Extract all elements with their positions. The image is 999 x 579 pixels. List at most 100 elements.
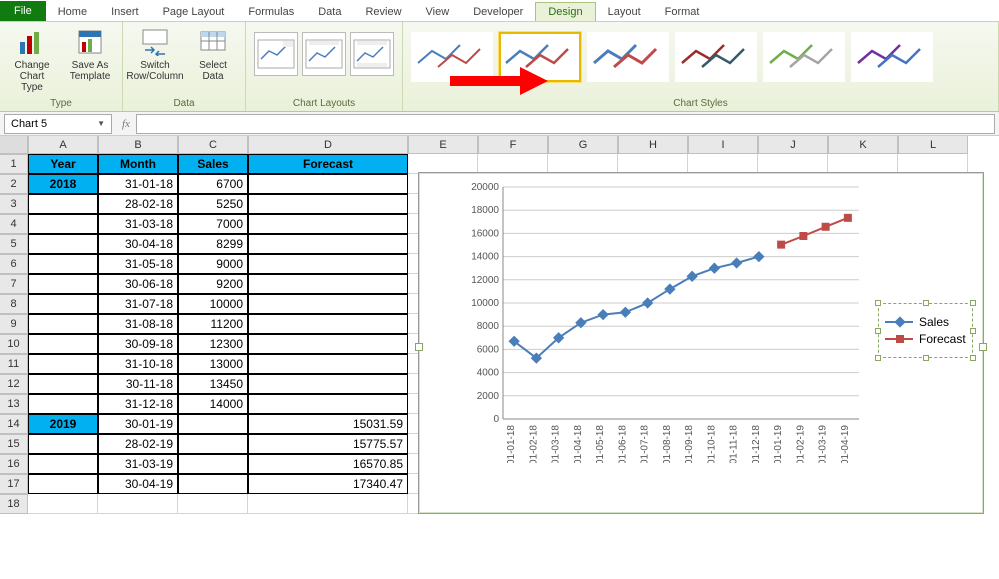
legend-item-sales[interactable]: Sales: [885, 315, 966, 329]
row-header[interactable]: 17: [0, 474, 28, 494]
chart-plot-area[interactable]: 0200040006000800010000120001400016000180…: [469, 183, 869, 463]
cell[interactable]: 2019: [28, 414, 98, 434]
cell[interactable]: [28, 394, 98, 414]
cell[interactable]: 16570.85: [248, 454, 408, 474]
chart-layout-2[interactable]: [302, 32, 346, 76]
tab-view[interactable]: View: [414, 3, 462, 21]
cell[interactable]: 30-11-18: [98, 374, 178, 394]
column-header[interactable]: C: [178, 136, 248, 154]
cell[interactable]: 11200: [178, 314, 248, 334]
tab-data[interactable]: Data: [306, 3, 353, 21]
switch-row-column-button[interactable]: Switch Row/Column: [131, 26, 179, 82]
name-box[interactable]: Chart 5▼: [4, 114, 112, 134]
cell[interactable]: 30-06-18: [98, 274, 178, 294]
tab-file[interactable]: File: [0, 1, 46, 21]
cell[interactable]: [248, 214, 408, 234]
cell[interactable]: 31-12-18: [98, 394, 178, 414]
chart-style-2[interactable]: [499, 32, 581, 82]
chart-style-5[interactable]: [763, 32, 845, 82]
tab-insert[interactable]: Insert: [99, 3, 151, 21]
row-header[interactable]: 13: [0, 394, 28, 414]
change-chart-type-button[interactable]: Change Chart Type: [8, 26, 56, 93]
cell[interactable]: 15775.57: [248, 434, 408, 454]
row-header[interactable]: 10: [0, 334, 28, 354]
cell[interactable]: [28, 234, 98, 254]
column-header[interactable]: B: [98, 136, 178, 154]
cell[interactable]: [28, 314, 98, 334]
tab-developer[interactable]: Developer: [461, 3, 535, 21]
save-as-template-button[interactable]: Save As Template: [66, 26, 114, 82]
chart-layout-1[interactable]: [254, 32, 298, 76]
column-header[interactable]: I: [688, 136, 758, 154]
cell[interactable]: [28, 354, 98, 374]
cell[interactable]: [178, 454, 248, 474]
cell[interactable]: 6700: [178, 174, 248, 194]
chart-style-6[interactable]: [851, 32, 933, 82]
cell[interactable]: [28, 434, 98, 454]
cell[interactable]: [28, 194, 98, 214]
cell[interactable]: 30-09-18: [98, 334, 178, 354]
tab-review[interactable]: Review: [353, 3, 413, 21]
cell[interactable]: [28, 274, 98, 294]
column-header[interactable]: K: [828, 136, 898, 154]
tab-design[interactable]: Design: [535, 2, 595, 21]
cell[interactable]: 14000: [178, 394, 248, 414]
column-header[interactable]: H: [618, 136, 688, 154]
cell[interactable]: 28-02-19: [98, 434, 178, 454]
cell[interactable]: Sales: [178, 154, 248, 174]
row-header[interactable]: 15: [0, 434, 28, 454]
column-header[interactable]: J: [758, 136, 828, 154]
tab-page-layout[interactable]: Page Layout: [151, 3, 237, 21]
column-header[interactable]: L: [898, 136, 968, 154]
cell[interactable]: [248, 294, 408, 314]
row-header[interactable]: 16: [0, 454, 28, 474]
cell[interactable]: 31-03-19: [98, 454, 178, 474]
chart-legend[interactable]: Sales Forecast: [878, 303, 973, 358]
tab-format[interactable]: Format: [653, 3, 712, 21]
row-header[interactable]: 18: [0, 494, 28, 514]
cell[interactable]: 8299: [178, 234, 248, 254]
cell[interactable]: [28, 474, 98, 494]
cell[interactable]: 2018: [28, 174, 98, 194]
cell[interactable]: [28, 334, 98, 354]
row-header[interactable]: 5: [0, 234, 28, 254]
row-header[interactable]: 8: [0, 294, 28, 314]
cell[interactable]: 17340.47: [248, 474, 408, 494]
column-header[interactable]: E: [408, 136, 478, 154]
cell[interactable]: [28, 254, 98, 274]
fx-icon[interactable]: fx: [116, 118, 136, 130]
column-header[interactable]: D: [248, 136, 408, 154]
cell[interactable]: 30-01-19: [98, 414, 178, 434]
chart-style-4[interactable]: [675, 32, 757, 82]
row-header[interactable]: 6: [0, 254, 28, 274]
cell[interactable]: Forecast: [248, 154, 408, 174]
cell[interactable]: [28, 214, 98, 234]
cell[interactable]: 9200: [178, 274, 248, 294]
cell[interactable]: [28, 294, 98, 314]
cell[interactable]: [248, 374, 408, 394]
chart-layout-3[interactable]: [350, 32, 394, 76]
cell[interactable]: 12300: [178, 334, 248, 354]
cell[interactable]: 31-07-18: [98, 294, 178, 314]
embedded-chart[interactable]: 0200040006000800010000120001400016000180…: [418, 172, 984, 514]
cell[interactable]: 31-10-18: [98, 354, 178, 374]
chart-style-3[interactable]: [587, 32, 669, 82]
cell[interactable]: 13450: [178, 374, 248, 394]
cell[interactable]: [28, 374, 98, 394]
row-header[interactable]: 12: [0, 374, 28, 394]
legend-item-forecast[interactable]: Forecast: [885, 332, 966, 346]
column-header[interactable]: G: [548, 136, 618, 154]
cell[interactable]: [28, 454, 98, 474]
cell[interactable]: 31-01-18: [98, 174, 178, 194]
row-header[interactable]: 3: [0, 194, 28, 214]
cell[interactable]: [248, 174, 408, 194]
cell[interactable]: 31-03-18: [98, 214, 178, 234]
cell[interactable]: 9000: [178, 254, 248, 274]
cell[interactable]: 7000: [178, 214, 248, 234]
cell[interactable]: 5250: [178, 194, 248, 214]
cell[interactable]: [248, 314, 408, 334]
cell[interactable]: [248, 394, 408, 414]
cell[interactable]: [248, 354, 408, 374]
cell[interactable]: [248, 254, 408, 274]
cell[interactable]: 28-02-18: [98, 194, 178, 214]
